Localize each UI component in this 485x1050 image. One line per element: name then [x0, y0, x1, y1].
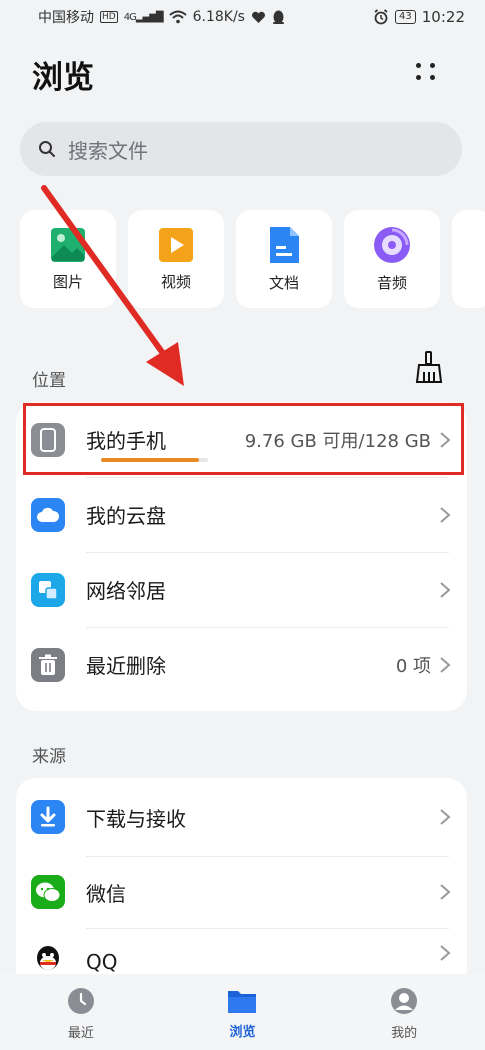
nav-tab-mine[interactable]: 我的	[349, 987, 459, 1041]
audio-icon	[374, 226, 410, 263]
clock-time: 10:22	[421, 8, 465, 26]
network-neighbor-icon	[31, 572, 65, 607]
search-input[interactable]: 搜索文件	[20, 122, 462, 176]
location-row-network[interactable]: 网络邻居	[16, 552, 467, 627]
folder-icon	[228, 991, 257, 1013]
category-images[interactable]: 图片	[20, 210, 116, 308]
chevron-right-icon	[440, 656, 451, 673]
source-row-downloads[interactable]: 下载与接收	[16, 778, 467, 856]
document-icon	[270, 226, 299, 263]
location-label: 最近删除	[86, 654, 166, 678]
location-row-cloud[interactable]: 我的云盘	[16, 477, 467, 552]
category-videos[interactable]: 视频	[128, 210, 224, 308]
category-documents[interactable]: 文档	[236, 210, 332, 308]
chevron-right-icon	[440, 945, 451, 961]
page-title: 浏览	[32, 60, 94, 96]
category-label: 图片	[52, 272, 83, 291]
category-label: 文档	[268, 273, 299, 292]
nav-label: 我的	[391, 1026, 418, 1041]
bottom-navigation: 最近 浏览 我的	[0, 974, 485, 1050]
category-tiles: 图片 视频 文档 音频	[20, 210, 485, 308]
clean-broom-icon[interactable]	[414, 350, 444, 384]
image-icon	[51, 227, 85, 262]
search-icon	[39, 141, 55, 157]
nav-label: 浏览	[229, 1025, 256, 1040]
more-options-icon[interactable]	[412, 58, 442, 84]
wifi-icon	[168, 10, 187, 24]
location-label: 我的云盘	[86, 504, 166, 528]
source-row-qq[interactable]: QQ	[16, 928, 467, 978]
chevron-right-icon	[440, 809, 451, 825]
category-audio[interactable]: 音频	[344, 210, 440, 308]
qq-icon	[31, 944, 65, 978]
source-label: QQ	[86, 950, 118, 974]
source-label: 下载与接收	[86, 806, 186, 831]
deleted-count: 0 项	[395, 655, 431, 677]
trash-icon	[31, 647, 65, 682]
category-label: 视频	[160, 272, 191, 291]
hd-badge: HD	[100, 11, 118, 23]
profile-icon	[391, 988, 418, 1014]
status-bar: 中国移动 HD 4G▂▄▆█ 6.18K/s 43 10:22	[0, 0, 485, 34]
search-placeholder: 搜索文件	[68, 138, 148, 163]
clock-icon	[67, 988, 94, 1014]
qq-notification-icon	[272, 10, 284, 24]
source-label: 微信	[86, 881, 126, 906]
chevron-right-icon	[440, 581, 451, 598]
location-row-recently-deleted[interactable]: 最近删除 0 项	[16, 627, 467, 702]
source-row-wechat[interactable]: 微信	[16, 856, 467, 928]
sources-card: 下载与接收 微信 QQ	[16, 778, 467, 978]
location-label: 网络邻居	[86, 579, 166, 603]
signal-icon: 4G▂▄▆█	[123, 11, 164, 23]
heart-icon	[251, 11, 265, 23]
category-label: 音频	[376, 273, 407, 292]
nav-tab-recent[interactable]: 最近	[26, 987, 136, 1041]
category-more[interactable]	[452, 210, 485, 308]
nav-label: 最近	[67, 1026, 94, 1041]
annotation-highlight-box	[23, 403, 464, 475]
carrier-label: 中国移动	[38, 10, 94, 26]
section-label-sources: 来源	[32, 747, 66, 767]
chevron-right-icon	[440, 506, 451, 523]
nav-tab-browse[interactable]: 浏览	[187, 988, 297, 1040]
battery-icon: 43	[395, 10, 416, 24]
alarm-icon	[374, 9, 388, 25]
cloud-icon	[31, 497, 65, 532]
wechat-icon	[31, 875, 65, 909]
network-speed: 6.18K/s	[192, 9, 245, 25]
section-label-locations: 位置	[32, 371, 66, 391]
download-icon	[31, 800, 65, 834]
chevron-right-icon	[440, 884, 451, 900]
video-icon	[159, 227, 193, 262]
